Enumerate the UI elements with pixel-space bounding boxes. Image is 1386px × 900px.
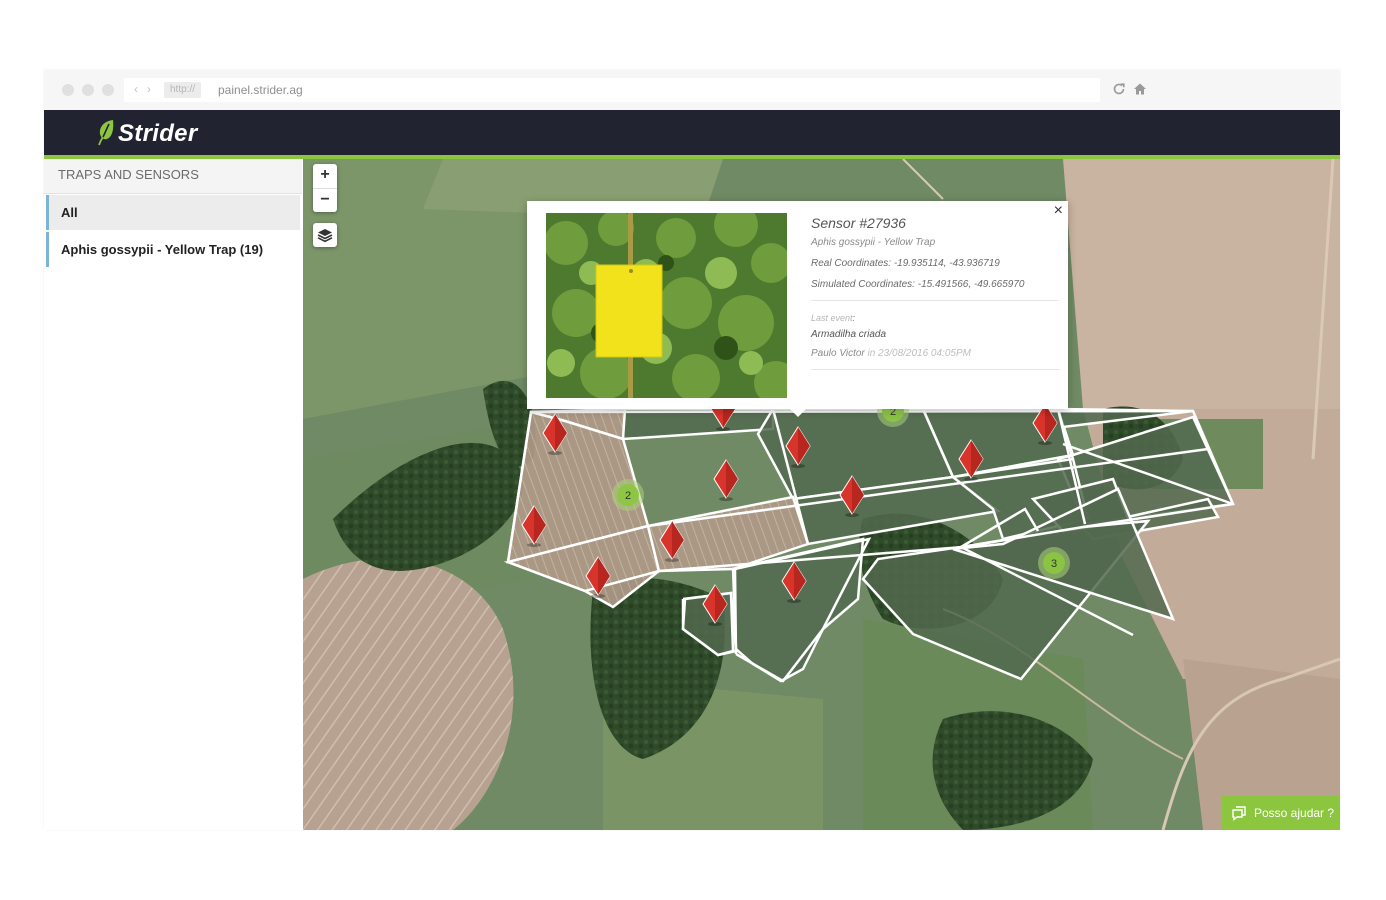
cluster-marker[interactable]: 2: [612, 479, 644, 511]
last-event-text: Armadilha criada: [811, 329, 887, 340]
simulated-coordinates-value: -15.491566, -49.665970: [917, 279, 1025, 290]
cluster-marker[interactable]: 3: [1038, 547, 1070, 579]
help-label: Posso ajudar ?: [1254, 806, 1335, 820]
event-user: Paulo Victor: [811, 348, 865, 359]
popup-divider: [811, 369, 1059, 370]
forward-icon[interactable]: ›: [147, 82, 151, 96]
trap-marker[interactable]: [958, 439, 984, 482]
last-event-label-text: Last event: [811, 313, 853, 323]
event-datetime: 23/08/2016 04:05PM: [878, 348, 971, 359]
sensor-subtitle: Aphis gossypii - Yellow Trap: [811, 237, 936, 248]
address-bar[interactable]: ‹ › http:// painel.strider.ag: [124, 78, 1100, 102]
sensor-title: Sensor #27936: [811, 215, 906, 231]
app-header: Strider: [44, 110, 1340, 159]
zoom-out-button[interactable]: −: [313, 189, 337, 213]
simulated-coordinates-label: Simulated Coordinates:: [811, 279, 915, 290]
trap-marker[interactable]: [839, 475, 865, 518]
sidebar-item-label: All: [61, 205, 78, 220]
window-close-dot[interactable]: [62, 84, 74, 96]
trap-marker[interactable]: [542, 413, 568, 456]
logo-text: Strider: [118, 120, 198, 147]
event-in-word: in: [867, 348, 876, 359]
sidebar-title: TRAPS AND SENSORS: [44, 159, 302, 194]
popup-pointer: [789, 408, 807, 417]
url-protocol: http://: [164, 82, 202, 98]
map-view[interactable]: 2 2 3 + − × Sensor #27936 Aphis gossypii…: [303, 159, 1340, 830]
trap-marker[interactable]: [785, 426, 811, 469]
back-icon[interactable]: ‹: [134, 82, 138, 96]
last-event-author: Paulo Victor in 23/08/2016 04:05PM: [811, 348, 1059, 359]
leaf-icon: [98, 120, 114, 146]
trap-marker[interactable]: [1032, 403, 1058, 446]
layers-icon: [317, 229, 333, 243]
zoom-control: + −: [313, 164, 337, 212]
browser-window: ‹ › http:// painel.strider.ag Strider TR…: [44, 70, 1340, 830]
trap-photo: [546, 213, 787, 398]
help-chat-button[interactable]: Posso ajudar ?: [1222, 796, 1340, 830]
last-event-colon: :: [852, 313, 856, 323]
last-event-label: Last event:: [811, 313, 1059, 323]
simulated-coordinates: Simulated Coordinates: -15.491566, -49.6…: [811, 279, 1059, 290]
trap-marker[interactable]: [713, 459, 739, 502]
cluster-count: 3: [1051, 558, 1057, 570]
reload-icon[interactable]: [1112, 82, 1126, 96]
trap-marker[interactable]: [521, 505, 547, 548]
real-coordinates: Real Coordinates: -19.935114, -43.936719: [811, 258, 1059, 269]
cluster-count: 2: [625, 490, 631, 502]
sidebar: TRAPS AND SENSORS All Aphis gossypii - Y…: [44, 159, 302, 830]
sensor-info: Sensor #27936 Aphis gossypii - Yellow Tr…: [811, 215, 1059, 382]
sidebar-item-label: Aphis gossypii - Yellow Trap (19): [61, 242, 264, 257]
popup-divider: [811, 300, 1059, 301]
sensor-popup: × Sensor #27936 Aphis gossypii - Yellow …: [527, 201, 1068, 417]
trap-marker[interactable]: [702, 584, 728, 627]
home-icon[interactable]: [1133, 82, 1147, 96]
zoom-in-button[interactable]: +: [313, 164, 337, 189]
browser-chrome: ‹ › http:// painel.strider.ag: [44, 70, 1340, 110]
trap-marker[interactable]: [781, 561, 807, 604]
trap-marker[interactable]: [659, 520, 685, 563]
url-text[interactable]: painel.strider.ag: [218, 78, 303, 102]
real-coordinates-label: Real Coordinates:: [811, 258, 892, 269]
chat-icon: [1232, 806, 1246, 821]
real-coordinates-value: -19.935114, -43.936719: [893, 258, 1000, 269]
sidebar-item-yellow-trap[interactable]: Aphis gossypii - Yellow Trap (19): [46, 232, 300, 267]
layers-button[interactable]: [313, 223, 337, 247]
trap-marker[interactable]: [585, 556, 611, 599]
window-maximize-dot[interactable]: [102, 84, 114, 96]
sidebar-item-all[interactable]: All: [46, 195, 300, 230]
window-minimize-dot[interactable]: [82, 84, 94, 96]
